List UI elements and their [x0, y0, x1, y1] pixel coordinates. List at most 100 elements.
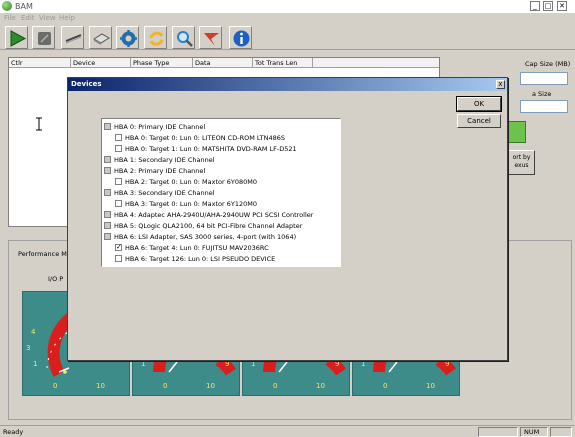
device-checkbox[interactable]	[115, 199, 122, 207]
device-tree-item[interactable]: HBA 0: Primary IDE Channel	[104, 122, 205, 133]
col-data[interactable]: Data	[193, 58, 253, 68]
devices-button[interactable]	[89, 26, 112, 49]
device-label: HBA 3: Target 0: Lun 0: Maxtor 6Y120M0	[125, 200, 257, 208]
menu-view[interactable]: View	[39, 13, 56, 24]
device-tree-item[interactable]: HBA 2: Primary IDE Channel	[104, 166, 205, 177]
performance-label: Performance Mo	[18, 250, 71, 258]
settings-button[interactable]	[116, 26, 139, 49]
device-tree[interactable]: HBA 0: Primary IDE Channel HBA 0: Target …	[101, 118, 341, 267]
dialog-title-bar[interactable]: Devices x	[68, 78, 507, 91]
gauge-tick-10: 10	[426, 382, 435, 390]
gauge-tick-10: 10	[316, 382, 325, 390]
gauge-tick-1: 1	[33, 360, 38, 368]
toolbar	[0, 24, 575, 50]
menu-file[interactable]: File	[4, 13, 16, 24]
device-tree-item[interactable]: HBA 6: Target 126: Lun 0: LSI PSEUDO DEV…	[115, 254, 275, 265]
refresh-button[interactable]	[144, 26, 167, 49]
cancel-button[interactable]: Cancel	[457, 114, 501, 128]
device-tree-item[interactable]: HBA 0: Target 1: Lun 0: MATSHITA DVD-RAM…	[115, 144, 297, 155]
close-button[interactable]: ✕	[557, 1, 567, 11]
device-label: HBA 0: Primary IDE Channel	[114, 123, 206, 131]
size-input[interactable]	[520, 100, 568, 113]
gauge-tick-1: 1	[361, 360, 366, 368]
stop-icon	[38, 32, 51, 45]
gauge-tick-1: 1	[141, 360, 146, 368]
device-checkbox[interactable]	[115, 144, 122, 152]
gauge-tick-10: 10	[96, 382, 105, 390]
cap-size-label: Cap Size (MB)	[525, 60, 571, 68]
status-cell-caps	[478, 427, 518, 437]
device-tree-item[interactable]: HBA 1: Secondary IDE Channel	[104, 155, 215, 166]
gauge-tick-3: 3	[26, 344, 31, 352]
device-label: HBA 6: Target 126: Lun 0: LSI PSEUDO DEV…	[125, 255, 276, 263]
device-checkbox[interactable]	[104, 210, 111, 218]
ok-button[interactable]: OK	[456, 96, 502, 112]
device-label: HBA 0: Target 0: Lun 0: LITEON CD-ROM LT…	[125, 134, 285, 142]
gauge-tick-10: 10	[206, 382, 215, 390]
device-tree-item[interactable]: HBA 0: Target 0: Lun 0: LITEON CD-ROM LT…	[115, 133, 285, 144]
minimize-button[interactable]: _	[530, 1, 540, 11]
device-tree-item[interactable]: HBA 2: Target 0: Lun 0: Maxtor 6Y080M0	[115, 177, 257, 188]
status-cell-scrl	[550, 427, 572, 437]
gauge-tick-1: 1	[251, 360, 256, 368]
device-label: HBA 6: Target 4: Lun 0: FUJITSU MAV2036R…	[125, 244, 269, 252]
menu-help[interactable]: Help	[59, 13, 75, 24]
device-tree-item[interactable]: ✓ HBA 6: Target 4: Lun 0: FUJITSU MAV2036…	[115, 243, 269, 254]
grid-header: Ctlr Device Phase Type Data Tot Trans Le…	[9, 58, 439, 68]
device-checkbox[interactable]	[104, 155, 111, 163]
status-indicator	[508, 121, 526, 143]
device-tree-item[interactable]: HBA 3: Target 0: Lun 0: Maxtor 6Y120M0	[115, 199, 257, 210]
size-label: a Size	[532, 90, 552, 98]
device-checkbox[interactable]	[104, 232, 111, 240]
gauge-tick-9: 9	[225, 360, 230, 368]
device-label: HBA 2: Primary IDE Channel	[114, 167, 206, 175]
title-bar: BAM _ □ ✕	[0, 0, 575, 13]
io-label: I/O P	[48, 275, 64, 283]
device-checkbox[interactable]	[115, 177, 122, 185]
device-label: HBA 4: Adaptec AHA-2940U/AHA-2940UW PCI …	[114, 211, 314, 219]
device-tree-item[interactable]: HBA 4: Adaptec AHA-2940U/AHA-2940UW PCI …	[104, 210, 313, 221]
device-tree-item[interactable]: HBA 6: LSI Adapter, SAS 3000 series, 4-p…	[104, 232, 296, 243]
gauge-tick-0: 0	[163, 382, 168, 390]
device-checkbox[interactable]	[104, 188, 111, 196]
maximize-button[interactable]: □	[543, 1, 553, 11]
device-label: HBA 1: Secondary IDE Channel	[114, 156, 215, 164]
gauge-tick-0: 0	[383, 382, 388, 390]
col-device[interactable]: Device	[71, 58, 131, 68]
menu-edit[interactable]: Edit	[21, 13, 35, 24]
device-checkbox[interactable]	[104, 221, 111, 229]
gauge-tick-9: 9	[335, 360, 340, 368]
device-label: HBA 0: Target 1: Lun 0: MATSHITA DVD-RAM…	[125, 145, 297, 153]
menu-bar: File Edit View Help	[0, 13, 575, 24]
mark-button[interactable]	[199, 26, 222, 49]
col-tot-trans-len[interactable]: Tot Trans Len	[253, 58, 313, 68]
col-phase-type[interactable]: Phase Type	[131, 58, 193, 68]
device-checkbox[interactable]	[104, 122, 111, 130]
devices-dialog: Devices x OK Cancel HBA 0: Primary IDE C…	[67, 77, 508, 361]
checked-checkbox[interactable]: ✓	[115, 243, 122, 251]
device-tree-item[interactable]: HBA 5: QLogic QLA2100, 64 bit PCI-Fibre …	[104, 221, 302, 232]
search-button[interactable]	[172, 26, 195, 49]
sort-by-nexus-button[interactable]: ort by exus	[508, 150, 535, 175]
stop-button[interactable]	[32, 26, 55, 49]
cap-size-input[interactable]	[520, 72, 568, 85]
app-icon	[2, 1, 12, 11]
dialog-close-button[interactable]: x	[496, 80, 505, 89]
dialog-title: Devices	[71, 80, 102, 88]
device-checkbox[interactable]	[115, 254, 122, 262]
cable-icon	[65, 34, 82, 44]
gear-icon	[120, 30, 137, 47]
device-checkbox[interactable]	[104, 166, 111, 174]
connect-button[interactable]	[61, 26, 84, 49]
device-tree-item[interactable]: HBA 3: Secondary IDE Channel	[104, 188, 215, 199]
device-label: HBA 5: QLogic QLA2100, 64 bit PCI-Fibre …	[114, 222, 303, 230]
gauge-tick-0: 0	[53, 382, 58, 390]
device-checkbox[interactable]	[115, 133, 122, 141]
col-ctlr[interactable]: Ctlr	[9, 58, 71, 68]
info-icon	[233, 30, 250, 47]
about-button[interactable]	[229, 26, 252, 49]
text-cursor-icon	[36, 117, 42, 131]
status-num: NUM	[520, 427, 548, 437]
start-button[interactable]	[5, 26, 28, 49]
gauge-tick-0: 0	[273, 382, 278, 390]
